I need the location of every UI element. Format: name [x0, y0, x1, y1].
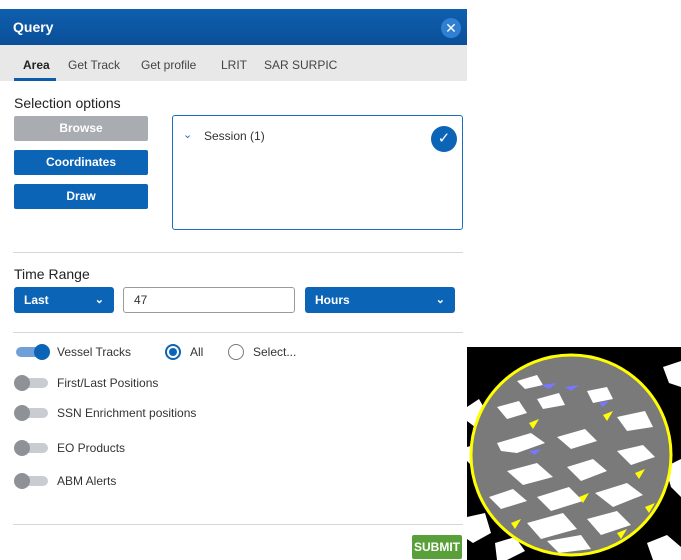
check-icon[interactable]: ✓ — [431, 126, 457, 152]
abm-alerts-label: ABM Alerts — [57, 474, 117, 488]
divider — [13, 524, 463, 525]
active-tab-indicator — [14, 78, 56, 81]
time-unit-value: Hours — [315, 293, 350, 307]
chevron-down-icon: ⌄ — [435, 294, 445, 306]
vessel-tracks-toggle[interactable] — [14, 344, 50, 360]
tab-lrit[interactable]: LRIT — [221, 58, 247, 72]
map-area-preview[interactable] — [467, 347, 681, 560]
ssn-enrichment-label: SSN Enrichment positions — [57, 406, 197, 420]
session-item[interactable]: Session (1) — [204, 129, 265, 143]
time-range-heading: Time Range — [14, 266, 90, 282]
first-last-positions-toggle[interactable] — [14, 375, 50, 391]
tab-area[interactable]: Area — [23, 58, 50, 72]
radio-select[interactable] — [228, 344, 244, 360]
vessel-tracks-label: Vessel Tracks — [57, 345, 132, 359]
eo-products-label: EO Products — [57, 441, 126, 455]
browse-button[interactable]: Browse — [14, 116, 148, 141]
radio-select-label: Select... — [253, 345, 297, 359]
radio-all-label: All — [190, 345, 204, 359]
tab-get-track[interactable]: Get Track — [68, 58, 120, 72]
time-unit-select[interactable]: Hours ⌄ — [305, 287, 455, 313]
selection-options-heading: Selection options — [14, 95, 121, 111]
query-titlebar: Query ✕ — [0, 9, 467, 45]
time-amount-input[interactable]: 47 — [123, 287, 295, 313]
first-last-positions-label: First/Last Positions — [57, 376, 159, 390]
time-mode-select[interactable]: Last ⌄ — [14, 287, 114, 313]
query-panel: Query ✕ Area Get Track Get profile LRIT … — [0, 0, 467, 560]
eo-products-toggle[interactable] — [14, 440, 50, 456]
abm-alerts-toggle[interactable] — [14, 473, 50, 489]
divider — [13, 332, 463, 333]
draw-button[interactable]: Draw — [14, 184, 148, 209]
query-tabs: Area Get Track Get profile LRIT SAR SURP… — [0, 45, 467, 81]
divider — [13, 252, 463, 253]
radio-all[interactable] — [165, 344, 181, 360]
tab-get-profile[interactable]: Get profile — [141, 58, 196, 72]
chevron-down-icon: ⌄ — [94, 294, 104, 306]
query-title: Query — [13, 19, 54, 35]
submit-button[interactable]: SUBMIT — [412, 535, 462, 559]
coordinates-button[interactable]: Coordinates — [14, 150, 148, 175]
time-mode-value: Last — [24, 293, 49, 307]
tab-sar-surpic[interactable]: SAR SURPIC — [264, 58, 337, 72]
close-icon[interactable]: ✕ — [441, 18, 461, 38]
selection-list: ⌄ Session (1) ✓ — [172, 115, 463, 230]
ssn-enrichment-toggle[interactable] — [14, 405, 50, 421]
chevron-down-icon[interactable]: ⌄ — [183, 128, 192, 141]
